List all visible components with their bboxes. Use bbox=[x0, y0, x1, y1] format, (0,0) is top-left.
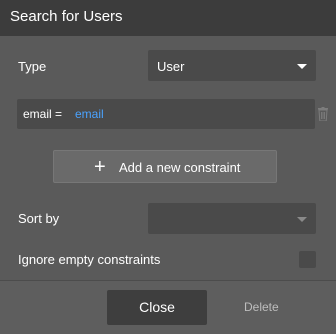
ignore-empty-label: Ignore empty constraints bbox=[18, 252, 161, 267]
type-dropdown[interactable]: User bbox=[148, 50, 316, 81]
plus-icon: + bbox=[94, 156, 106, 178]
search-dialog: Search for Users Type User email = email… bbox=[0, 0, 336, 334]
type-label: Type bbox=[18, 59, 47, 74]
type-value: User bbox=[157, 59, 185, 74]
constraint-key: email = bbox=[23, 107, 63, 121]
constraint-row[interactable]: email = email bbox=[17, 99, 315, 129]
trash-icon[interactable] bbox=[318, 107, 328, 121]
sort-by-label: Sort by bbox=[18, 211, 60, 226]
add-constraint-label: Add a new constraint bbox=[119, 160, 241, 175]
chevron-down-icon bbox=[297, 64, 307, 69]
dialog-title: Search for Users bbox=[10, 8, 123, 25]
delete-button[interactable]: Delete bbox=[244, 300, 279, 314]
ignore-empty-checkbox[interactable] bbox=[299, 251, 316, 268]
chevron-down-icon bbox=[297, 217, 307, 222]
sort-by-dropdown[interactable] bbox=[148, 203, 316, 234]
constraint-value-link[interactable]: email bbox=[75, 107, 104, 121]
close-button[interactable]: Close bbox=[107, 290, 207, 325]
title-bar: Search for Users bbox=[0, 0, 336, 37]
add-constraint-button[interactable]: + Add a new constraint bbox=[53, 150, 277, 183]
close-button-label: Close bbox=[139, 299, 175, 315]
